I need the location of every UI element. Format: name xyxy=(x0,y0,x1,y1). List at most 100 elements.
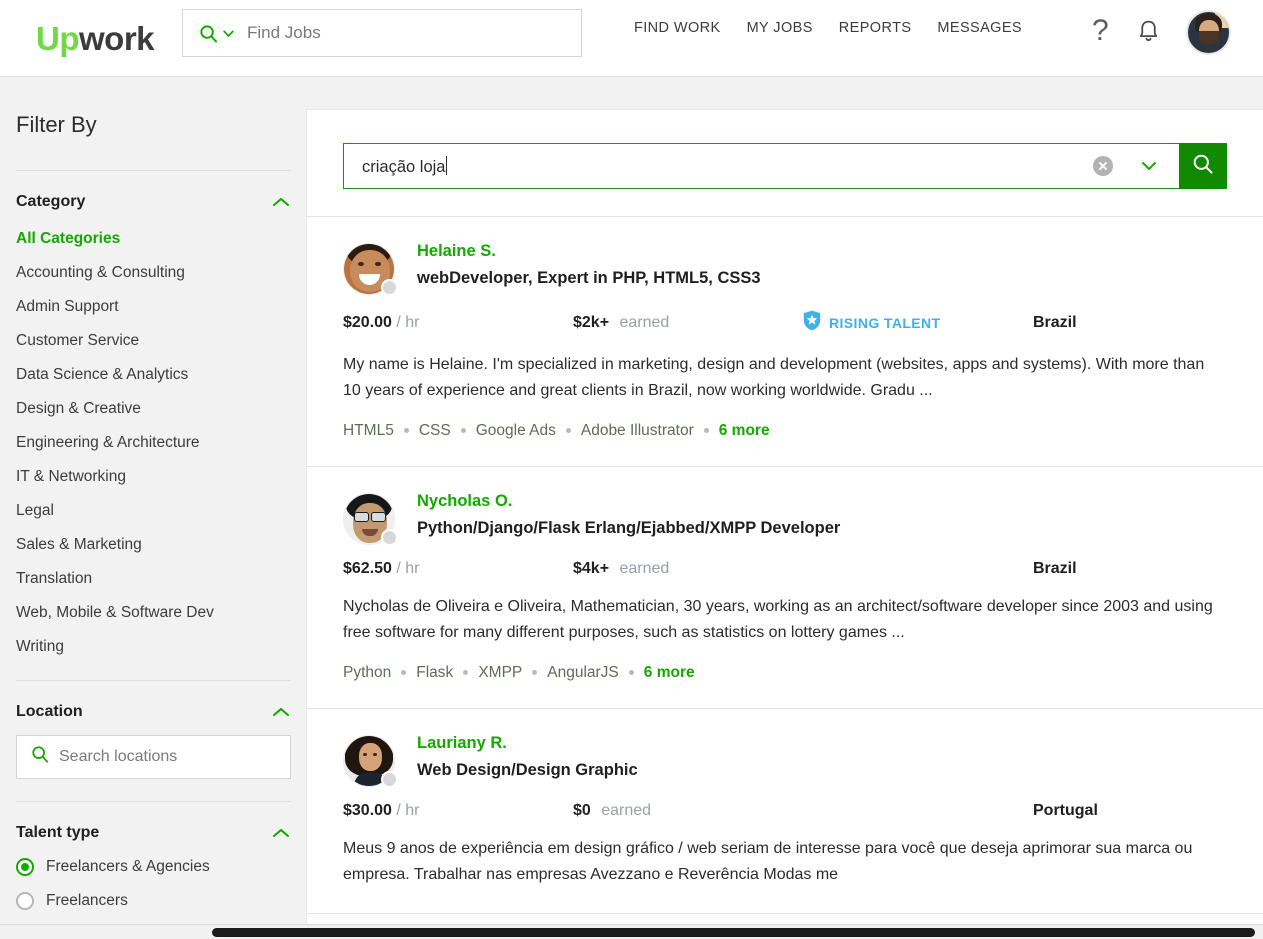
skill-tag[interactable]: AngularJS xyxy=(547,664,619,682)
location-search-placeholder: Search locations xyxy=(59,747,178,765)
separator-dot xyxy=(628,670,634,676)
find-jobs-search-input[interactable]: Find Jobs xyxy=(182,9,582,57)
nav-item-find-work[interactable]: FIND WORK xyxy=(634,20,721,36)
chevron-up-icon[interactable] xyxy=(271,827,291,839)
hourly-rate: $30.00 / hr xyxy=(343,802,573,820)
skill-tag[interactable]: HTML5 xyxy=(343,422,394,440)
search-input[interactable]: criação loja xyxy=(343,143,1179,189)
search-icon xyxy=(31,745,49,768)
category-heading: Category xyxy=(16,193,86,210)
sidebar-item-legal[interactable]: Legal xyxy=(16,493,291,527)
nav-item-reports[interactable]: REPORTS xyxy=(839,20,912,36)
country-label: Brazil xyxy=(1033,559,1077,577)
location-section-header[interactable]: Location xyxy=(16,703,291,721)
avatar[interactable] xyxy=(343,243,398,296)
category-section-header[interactable]: Category xyxy=(16,193,291,211)
sidebar-item-sales-marketing[interactable]: Sales & Marketing xyxy=(16,527,291,561)
online-status-indicator xyxy=(381,770,398,788)
chevron-down-icon[interactable] xyxy=(222,27,235,40)
chevron-down-icon[interactable] xyxy=(1139,159,1159,173)
logo-text-work: work xyxy=(79,19,155,57)
result-header: Helaine S. webDeveloper, Expert in PHP, … xyxy=(343,241,1227,296)
notifications-bell-icon[interactable] xyxy=(1136,18,1161,51)
avatar-beard xyxy=(1199,31,1219,45)
online-status-indicator xyxy=(381,279,398,296)
sidebar-item-accounting-consulting[interactable]: Accounting & Consulting xyxy=(16,255,291,289)
chevron-up-icon[interactable] xyxy=(271,196,291,208)
result-card[interactable]: Helaine S. webDeveloper, Expert in PHP, … xyxy=(307,217,1263,467)
skill-tag[interactable]: XMPP xyxy=(478,664,522,682)
sidebar-item-customer-service[interactable]: Customer Service xyxy=(16,323,291,357)
earned-label: earned xyxy=(619,314,670,331)
search-results-panel: criação loja Helaine S. webDeveloper, Ex… xyxy=(307,110,1263,939)
result-card[interactable]: Lauriany R. Web Design/Design Graphic $3… xyxy=(307,709,1263,915)
scrollbar-thumb[interactable] xyxy=(212,928,1255,937)
skill-tag[interactable]: Flask xyxy=(416,664,453,682)
rate-amount: $62.50 xyxy=(343,559,392,577)
sidebar-item-admin-support[interactable]: Admin Support xyxy=(16,289,291,323)
result-meta: Lauriany R. Web Design/Design Graphic xyxy=(417,733,638,787)
result-stats-row: $20.00 / hr $2k+ earned RISING TALENT Br… xyxy=(343,310,1227,336)
more-skills-link[interactable]: 6 more xyxy=(719,422,770,440)
more-skills-link[interactable]: 6 more xyxy=(644,664,695,682)
skill-tag[interactable]: Python xyxy=(343,664,391,682)
talent-type-section-header[interactable]: Talent type xyxy=(16,824,291,842)
search-query-text: criação loja xyxy=(362,155,448,176)
skill-tag[interactable]: Adobe Illustrator xyxy=(581,422,694,440)
search-submit-button[interactable] xyxy=(1179,143,1227,189)
upwork-logo[interactable]: Upwork xyxy=(36,19,155,57)
separator-dot xyxy=(565,428,571,434)
text-caret xyxy=(446,155,448,175)
hourly-rate: $20.00 / hr xyxy=(343,314,573,332)
help-icon[interactable]: ? xyxy=(1092,16,1109,46)
search-area: criação loja xyxy=(307,110,1263,217)
radio-freelancers[interactable]: Freelancers xyxy=(16,891,291,910)
separator-dot xyxy=(401,670,407,676)
radio-button-selected[interactable] xyxy=(16,857,34,876)
nav-item-messages[interactable]: MESSAGES xyxy=(937,20,1022,36)
online-status-indicator xyxy=(381,528,398,546)
sidebar-item-data-science-analytics[interactable]: Data Science & Analytics xyxy=(16,357,291,391)
radio-button[interactable] xyxy=(16,891,34,910)
rate-unit: / hr xyxy=(396,801,420,819)
sidebar-item-engineering-architecture[interactable]: Engineering & Architecture xyxy=(16,425,291,459)
sidebar-item-design-creative[interactable]: Design & Creative xyxy=(16,391,291,425)
hourly-rate: $62.50 / hr xyxy=(343,560,573,578)
freelancer-description: Meus 9 anos de experiência em design grá… xyxy=(343,839,1193,883)
find-jobs-placeholder: Find Jobs xyxy=(247,23,321,42)
sidebar-item-all-categories[interactable]: All Categories xyxy=(16,221,291,255)
result-card[interactable]: Nycholas O. Python/Django/Flask Erlang/E… xyxy=(307,467,1263,709)
search-bar: criação loja xyxy=(343,143,1227,189)
logo-text-up: Up xyxy=(36,19,80,57)
separator-dot xyxy=(703,428,709,434)
chevron-up-icon[interactable] xyxy=(271,706,291,718)
freelancer-title: Web Design/Design Graphic xyxy=(417,760,638,779)
sidebar-item-it-networking[interactable]: IT & Networking xyxy=(16,459,291,493)
earned-label: earned xyxy=(619,559,670,577)
freelancer-name-link[interactable]: Nycholas O. xyxy=(417,492,512,511)
skill-tag[interactable]: Google Ads xyxy=(476,422,556,440)
user-avatar[interactable] xyxy=(1186,10,1231,55)
rate-amount: $20.00 xyxy=(343,314,392,331)
avatar[interactable] xyxy=(343,492,398,546)
nav-item-my-jobs[interactable]: MY JOBS xyxy=(747,20,813,36)
radio-label: Freelancers xyxy=(46,891,128,909)
skill-tag[interactable]: CSS xyxy=(419,422,451,440)
result-meta: Nycholas O. Python/Django/Flask Erlang/E… xyxy=(417,491,840,545)
total-earned: $4k+ earned xyxy=(573,560,803,578)
freelancer-name-link[interactable]: Helaine S. xyxy=(417,242,496,261)
result-stats-row: $30.00 / hr $0 earned Portugal xyxy=(343,802,1227,820)
clear-search-icon[interactable] xyxy=(1093,156,1113,176)
sidebar-item-writing[interactable]: Writing xyxy=(16,630,291,664)
separator-dot xyxy=(460,428,466,434)
avatar[interactable] xyxy=(343,734,398,788)
sidebar-item-web-mobile-software-dev[interactable]: Web, Mobile & Software Dev xyxy=(16,596,291,630)
horizontal-scrollbar[interactable] xyxy=(0,924,1263,939)
location-search-input[interactable]: Search locations xyxy=(16,734,291,779)
result-header: Nycholas O. Python/Django/Flask Erlang/E… xyxy=(343,491,1227,546)
freelancer-name-link[interactable]: Lauriany R. xyxy=(417,734,507,753)
sidebar-item-translation[interactable]: Translation xyxy=(16,561,291,595)
rate-unit: / hr xyxy=(396,314,420,331)
skills-list: Python Flask XMPP AngularJS 6 more xyxy=(343,664,1227,682)
radio-freelancers-and-agencies[interactable]: Freelancers & Agencies xyxy=(16,857,291,876)
